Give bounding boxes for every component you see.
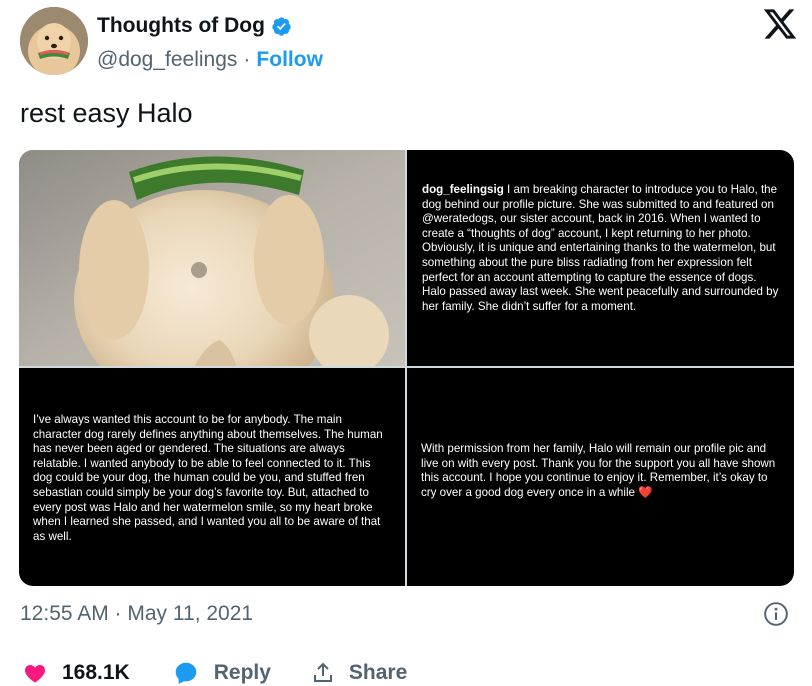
info-icon[interactable] [763, 601, 789, 627]
caption-panel-2: I’ve always wanted this account to be fo… [19, 368, 405, 586]
reply-icon [175, 662, 197, 684]
name-row: Thoughts of Dog [97, 14, 292, 38]
instagram-username: dog_feelingsig [422, 183, 504, 196]
like-button[interactable]: 168.1K [22, 661, 130, 685]
timestamp[interactable]: 12:55 AM · May 11, 2021 [20, 602, 253, 626]
dog-photo[interactable] [19, 150, 405, 366]
share-button[interactable]: Share [311, 661, 407, 685]
caption-text-3: With permission from her family, Halo wi… [421, 442, 776, 499]
action-bar: 168.1K Reply Share [22, 660, 407, 686]
handle[interactable]: @dog_feelings [97, 48, 237, 72]
caption-text-1: dog_feelingsig I am breaking character t… [422, 183, 779, 313]
caption-panel-1: dog_feelingsig I am breaking character t… [407, 150, 794, 366]
heart-icon [25, 665, 45, 683]
caption-panel-3: With permission from her family, Halo wi… [407, 368, 794, 586]
share-icon [313, 662, 332, 682]
follow-button[interactable]: Follow [256, 48, 323, 72]
tweet-header: Thoughts of Dog @dog_feelings · Follow [20, 4, 800, 82]
share-label: Share [348, 661, 408, 684]
caption-text-2: I’ve always wanted this account to be fo… [33, 413, 383, 543]
x-logo-icon[interactable] [762, 6, 798, 42]
heart-emoji: ❤️ [638, 485, 653, 499]
display-name[interactable]: Thoughts of Dog [97, 14, 265, 38]
verified-badge-icon [272, 16, 291, 36]
separator: · [243, 48, 251, 71]
tweet-text: rest easy Halo [20, 98, 193, 128]
like-count: 168.1K [62, 661, 130, 684]
avatar[interactable] [20, 7, 88, 75]
reply-button[interactable]: Reply [172, 660, 271, 686]
reply-label: Reply [213, 661, 271, 684]
media-grid[interactable]: dog_feelingsig I am breaking character t… [19, 150, 794, 586]
handle-row: @dog_feelings · Follow [97, 48, 323, 72]
